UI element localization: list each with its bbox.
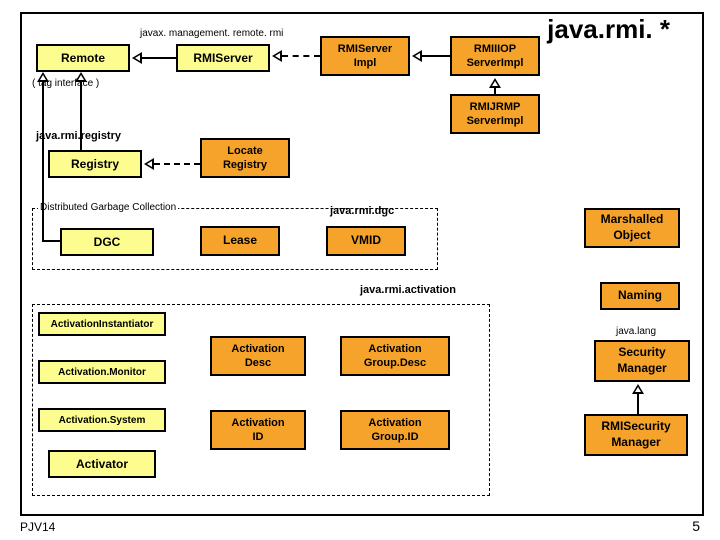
box-activationmonitor: Activation.Monitor <box>38 360 166 384</box>
box-activator: Activator <box>48 450 156 478</box>
connector <box>494 86 496 94</box>
box-lease: Lease <box>200 226 280 256</box>
box-dgc: DGC <box>60 228 154 256</box>
arrow-icon <box>144 158 154 170</box>
arrow-icon <box>37 72 49 82</box>
box-securitymgr: SecurityManager <box>594 340 690 382</box>
package-dgc: java.rmi.dgc <box>330 205 394 217</box>
box-rmiserverimpl: RMIServerImpl <box>320 36 410 76</box>
footer-right: 5 <box>692 518 700 534</box>
connector <box>80 74 82 150</box>
box-activationinstantiator: ActivationInstantiator <box>38 312 166 336</box>
box-rmijrmp: RMIJRMPServerImpl <box>450 94 540 134</box>
box-marshalled: MarshalledObject <box>584 208 680 248</box>
box-naming: Naming <box>600 282 680 310</box>
region-dgc-title: Distributed Garbage Collection <box>38 202 178 213</box>
box-rmiiiop: RMIIIOPServerImpl <box>450 36 540 76</box>
connector <box>42 74 44 240</box>
connector <box>637 392 639 414</box>
package-label-jmx: javax. management. remote. rmi <box>140 28 283 39</box>
package-activation: java.rmi.activation <box>360 284 456 296</box>
arrow-icon <box>75 72 87 82</box>
connector <box>422 55 450 57</box>
box-activationgroupid: ActivationGroup.ID <box>340 410 450 450</box>
page-title: java.rmi. * <box>547 14 670 45</box>
connector-dashed <box>154 163 200 165</box>
box-rmiserver: RMIServer <box>176 44 270 72</box>
connector <box>142 57 176 59</box>
package-registry: java.rmi.registry <box>36 130 121 142</box>
box-registry: Registry <box>48 150 142 178</box>
box-activationdesc: ActivationDesc <box>210 336 306 376</box>
arrow-icon <box>272 50 282 62</box>
box-locateregistry: LocateRegistry <box>200 138 290 178</box>
connector-dashed <box>282 55 320 57</box>
box-activationsystem: Activation.System <box>38 408 166 432</box>
box-remote: Remote <box>36 44 130 72</box>
package-javalang: java.lang <box>616 326 656 337</box>
box-vmid: VMID <box>326 226 406 256</box>
connector <box>42 240 60 242</box>
arrow-icon <box>412 50 422 62</box>
arrow-icon <box>132 52 142 64</box>
box-activationgroupdesc: ActivationGroup.Desc <box>340 336 450 376</box>
box-activationid: ActivationID <box>210 410 306 450</box>
box-rmisecuritymgr: RMISecurityManager <box>584 414 688 456</box>
footer-left: PJV14 <box>20 520 55 534</box>
